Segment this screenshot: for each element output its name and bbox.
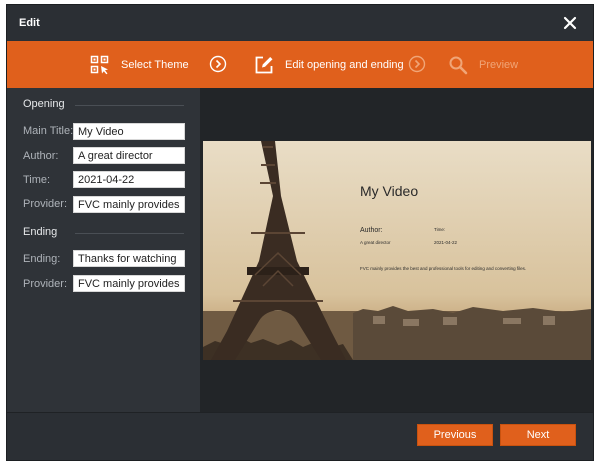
author-label: Author:: [23, 150, 59, 162]
eiffel-tower-image: [203, 141, 591, 360]
main-title-input[interactable]: [73, 123, 185, 140]
footer-bar: Previous Next: [7, 412, 593, 460]
opening-divider: [75, 105, 184, 106]
preview-author-label: Author:: [360, 227, 383, 234]
provider-label: Provider:: [23, 198, 68, 210]
preview-provider-text: FVC mainly provides the best and profess…: [360, 266, 527, 271]
title-bar: Edit: [7, 5, 593, 41]
ending-divider: [75, 233, 184, 234]
opening-heading: Opening: [23, 98, 65, 110]
step-edit-label: Edit opening and ending: [285, 58, 404, 71]
ending-input[interactable]: [73, 250, 185, 267]
preview-title: My Video: [360, 183, 419, 199]
preview-author-value: A great director: [360, 240, 391, 245]
step-edit-opening-ending[interactable]: Edit opening and ending: [254, 41, 404, 88]
preview-area: My Video Author: A great director Time: …: [200, 88, 593, 412]
chevron-right-icon: [209, 55, 227, 73]
preview-frame: My Video Author: A great director Time: …: [203, 141, 591, 360]
author-input[interactable]: [73, 147, 185, 164]
step-bar: Select Theme Edit opening and ending Pre…: [7, 41, 593, 88]
provider-input[interactable]: [73, 196, 185, 213]
select-theme-icon: [90, 55, 109, 74]
main-title-label: Main Title:: [23, 125, 74, 137]
ending-provider-label: Provider:: [23, 278, 68, 290]
ending-heading: Ending: [23, 226, 58, 238]
search-icon: [449, 56, 468, 74]
preview-time-label: Time:: [434, 227, 446, 232]
time-label: Time:: [23, 174, 51, 186]
settings-panel: Opening Main Title: Author: Time: Provid…: [7, 88, 200, 412]
time-input[interactable]: [73, 171, 185, 188]
preview-time-value: 2021-04-22: [434, 240, 458, 245]
previous-button[interactable]: Previous: [417, 424, 493, 446]
step-preview[interactable]: Preview: [448, 41, 518, 88]
ending-label: Ending:: [23, 253, 61, 265]
next-button[interactable]: Next: [500, 424, 576, 446]
edit-icon: [255, 56, 273, 73]
step-select-theme[interactable]: Select Theme: [90, 41, 189, 88]
edit-window: Edit Select Theme Edit opening and endin…: [6, 4, 594, 461]
chevron-right-icon-disabled: [408, 55, 426, 73]
step-preview-label: Preview: [479, 58, 519, 71]
ending-provider-input[interactable]: [73, 275, 185, 292]
close-icon[interactable]: [561, 14, 579, 32]
step-select-theme-label: Select Theme: [121, 58, 189, 71]
window-title: Edit: [19, 17, 40, 29]
